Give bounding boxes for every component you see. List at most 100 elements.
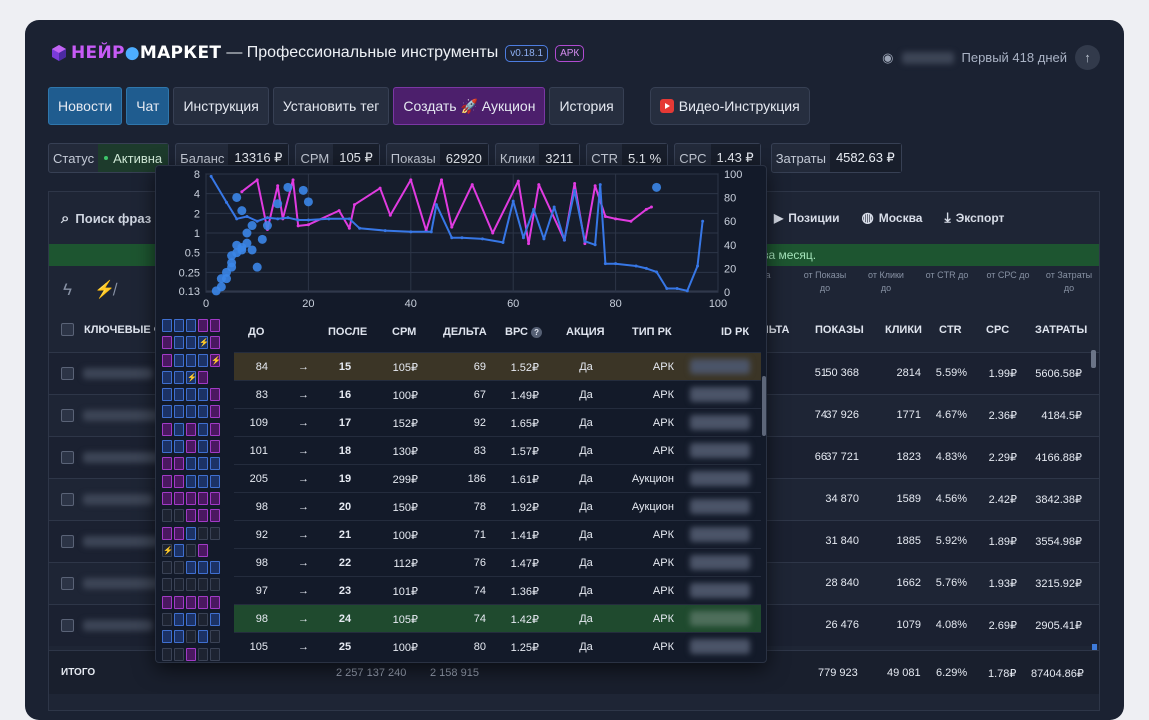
cell-cpc: 1.93₽ xyxy=(988,578,1017,590)
lightning-off-icon[interactable]: ⚡̸ xyxy=(94,280,115,300)
position-cell xyxy=(210,388,220,402)
arrow-icon: → xyxy=(298,417,309,429)
y-right-tick-label: 60 xyxy=(724,216,736,228)
auction-row[interactable]: 83 → 16 100₽ 67 1.49₽ Да АРК xyxy=(234,380,761,408)
cell-delta: 92 xyxy=(473,417,486,429)
news-button[interactable]: Новости xyxy=(48,87,123,125)
series-point xyxy=(696,264,700,268)
scroll-up-button[interactable]: ↑ xyxy=(1075,45,1100,70)
cell-promo: Да xyxy=(579,613,593,625)
col-ctr[interactable]: CTR xyxy=(939,324,962,336)
cell-cpm: 100₽ xyxy=(392,642,418,654)
cell-cpm: 100₽ xyxy=(392,530,418,542)
auction-row[interactable]: 98 → 24 105₽ 74 1.42₽ Да АРК xyxy=(234,604,761,632)
position-cell xyxy=(162,526,172,540)
auction-row[interactable]: 97 → 23 101₽ 74 1.36₽ Да АРК xyxy=(234,576,761,604)
x-tick-label: 0 xyxy=(203,298,209,310)
series-point xyxy=(537,183,541,187)
campaign-id-blurred xyxy=(690,387,750,402)
create-auction-button[interactable]: Создать 🚀 Аукцион xyxy=(393,87,546,125)
cell-shows: 37 926 xyxy=(825,409,859,421)
series-point xyxy=(347,217,351,221)
row-checkbox[interactable] xyxy=(61,493,74,506)
total-label: ИТОГО xyxy=(61,667,96,678)
series-point xyxy=(598,183,602,187)
series-point xyxy=(562,238,566,242)
eye-icon[interactable]: ◉ xyxy=(882,50,893,66)
col-clicks[interactable]: КЛИКИ xyxy=(885,324,922,336)
arrow-icon: → xyxy=(298,529,309,541)
scatter-point xyxy=(247,221,257,231)
position-cell xyxy=(162,613,172,627)
cell-clicks: 1589 xyxy=(896,493,921,505)
cell-cpm: 112₽ xyxy=(393,558,418,570)
position-cell xyxy=(174,457,184,471)
lightning-icon[interactable]: ϟ xyxy=(63,280,72,300)
cell-before: 84 xyxy=(255,361,268,373)
auction-row[interactable]: 105 → 25 100₽ 80 1.25₽ Да АРК xyxy=(234,632,761,660)
position-cell xyxy=(162,370,172,384)
search-input[interactable]: ⌕ Поиск фраз xyxy=(61,210,151,227)
row-checkbox[interactable] xyxy=(61,535,74,548)
ctr-filter[interactable]: от CTR до xyxy=(923,269,971,282)
chat-button[interactable]: Чат xyxy=(126,87,170,125)
position-grid: ⚡⚡⚡⚡⚡ xyxy=(162,319,221,662)
campaign-id-blurred xyxy=(690,443,750,458)
auction-row[interactable]: 98 → 20 150₽ 78 1.92₽ Да Аукцион xyxy=(234,492,761,520)
col-cost[interactable]: ЗАТРАТЫ xyxy=(1035,324,1087,336)
popup-scrollbar[interactable] xyxy=(762,376,766,436)
logo[interactable]: НЕЙР●МАРКЕТ xyxy=(71,43,221,63)
bid-chart: 0 20 40 60 80 100 8 4 2 1 0.5 0.25 0.13 100 80 60 40 20 0 xyxy=(179,169,743,310)
cell-shows: 28 840 xyxy=(825,577,859,589)
row-checkbox[interactable] xyxy=(61,577,74,590)
cpc-filter[interactable]: от СРС до xyxy=(984,269,1032,282)
cell-clicks: 1771 xyxy=(896,409,921,421)
row-checkbox[interactable] xyxy=(61,367,74,380)
cell-shows: 50 368 xyxy=(825,367,859,379)
col-shows[interactable]: ПОКАЗЫ xyxy=(815,324,864,336)
auction-row[interactable]: 101 → 18 130₽ 83 1.57₽ Да АРК xyxy=(234,436,761,464)
position-cell xyxy=(186,509,196,523)
cost-filter[interactable]: от Затраты до xyxy=(1045,269,1093,295)
instructions-button[interactable]: Инструкция xyxy=(173,87,269,125)
cell-shows: 26 476 xyxy=(825,619,859,631)
cell-type: АРК xyxy=(652,585,674,597)
row-checkbox[interactable] xyxy=(61,409,74,422)
history-button[interactable]: История xyxy=(549,87,624,125)
total-ctr: 6.29% xyxy=(936,667,968,679)
cell-delta: 76 xyxy=(473,557,486,569)
clicks-filter[interactable]: от Клики до xyxy=(862,269,910,295)
shows-filter[interactable]: от Показы до xyxy=(801,269,849,295)
row-checkbox[interactable] xyxy=(61,451,74,464)
position-cell xyxy=(162,561,172,575)
position-cell xyxy=(186,647,196,661)
position-cell xyxy=(198,319,208,332)
col-cpc[interactable]: CPC xyxy=(986,324,1009,336)
select-all-checkbox[interactable] xyxy=(61,323,74,336)
help-icon[interactable]: ? xyxy=(531,327,543,338)
auction-row[interactable]: 84 → 15 105₽ 69 1.52₽ Да АРК xyxy=(234,352,761,380)
cell-bps: 1.61₽ xyxy=(510,474,539,486)
cell-delta: 74 xyxy=(473,613,486,625)
cell-bps: 1.92₽ xyxy=(510,502,539,514)
auction-row[interactable]: 92 → 21 100₽ 71 1.41₽ Да АРК xyxy=(234,520,761,548)
video-instructions-button[interactable]: Видео-Инструкция xyxy=(649,87,810,125)
cell-cost: 3554.98₽ xyxy=(1035,536,1082,548)
scatter-point xyxy=(237,206,247,216)
scatter-point xyxy=(283,182,293,192)
positions-button[interactable]: ▶ Позиции xyxy=(774,209,840,226)
position-cell xyxy=(198,613,208,627)
position-grid-row xyxy=(162,578,220,592)
row-checkbox[interactable] xyxy=(61,619,74,632)
auction-row[interactable]: 205 → 19 299₽ 186 1.61₽ Да Аукцион xyxy=(234,464,761,492)
y-left-tick-label: 0.5 xyxy=(185,248,200,260)
auction-row[interactable]: 109 → 17 152₽ 92 1.65₽ Да АРК xyxy=(234,408,761,436)
table-scrollbar[interactable] xyxy=(1091,350,1096,368)
region-button[interactable]: ◍ Москва xyxy=(862,209,923,226)
series-point xyxy=(245,214,249,218)
cell-cpc: 2.42₽ xyxy=(988,494,1017,506)
set-tag-button[interactable]: Установить тег xyxy=(272,87,390,125)
auction-row[interactable]: 98 → 22 112₽ 76 1.47₽ Да АРК xyxy=(234,548,761,576)
export-button[interactable]: ⤓ Экспорт xyxy=(944,209,1004,226)
position-cell xyxy=(186,457,196,471)
